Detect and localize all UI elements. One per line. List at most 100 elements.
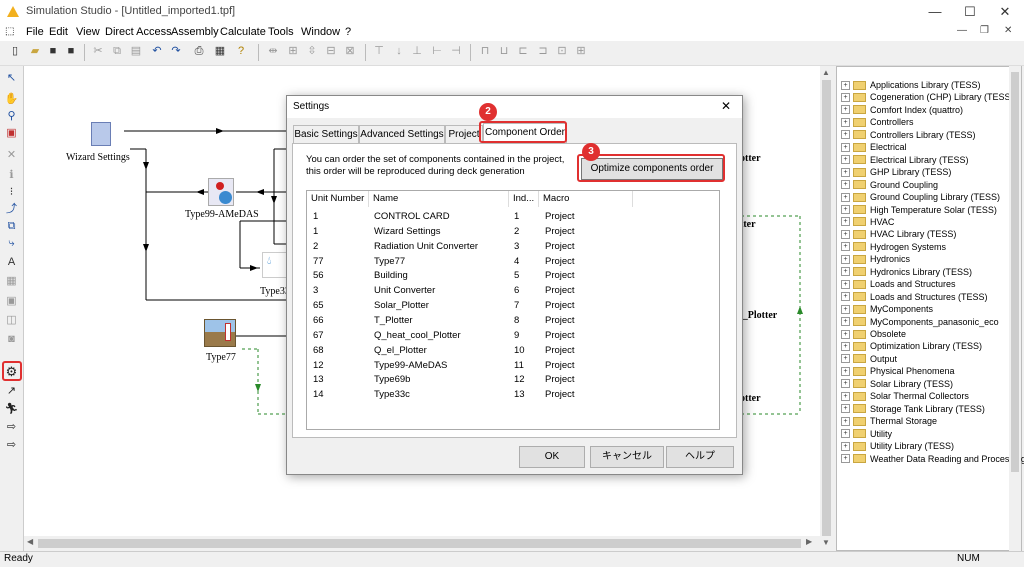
column-header-unit-number[interactable]: Unit Number	[307, 191, 369, 207]
expand-icon[interactable]: +	[841, 354, 850, 364]
same-height-icon[interactable]: ⊔	[497, 44, 511, 58]
align-horizontal-icon[interactable]: ⇹	[266, 44, 280, 58]
menu-window[interactable]: Window	[301, 26, 340, 38]
expand-icon[interactable]: +	[841, 429, 850, 439]
library-folder-item[interactable]: + Ground Coupling	[841, 179, 938, 191]
library-folder-item[interactable]: + Electrical Library (TESS)	[841, 154, 969, 166]
expand-icon[interactable]: +	[841, 391, 850, 401]
library-folder-item[interactable]: + Output	[841, 353, 897, 365]
group-icon[interactable]: ▣	[4, 294, 19, 309]
library-folder-item[interactable]: + Hydronics	[841, 253, 910, 265]
minimize-button[interactable]: —	[920, 4, 950, 19]
undo-icon[interactable]: ↶	[150, 44, 164, 58]
camera-icon[interactable]: ◙	[4, 332, 19, 347]
copy-icon[interactable]: ⧉	[110, 44, 124, 58]
table-row[interactable]: 56 Building 5 Project	[307, 269, 719, 284]
expand-icon[interactable]: +	[841, 217, 850, 227]
help-button[interactable]: ヘルプ	[666, 446, 734, 468]
scroll-right-icon[interactable]: ▶	[806, 537, 812, 546]
library-folder-item[interactable]: + Physical Phenomena	[841, 365, 955, 377]
canvas-horizontal-scroll-thumb[interactable]	[38, 539, 801, 548]
cut-icon[interactable]: ✂	[91, 44, 105, 58]
expand-icon[interactable]: +	[841, 366, 850, 376]
type33c-icon[interactable]: 💧︎	[262, 252, 288, 278]
menu-direct-access[interactable]: Direct Access	[105, 26, 172, 38]
scroll-left-icon[interactable]: ◀	[27, 537, 33, 546]
link-settings-icon[interactable]: ⧉	[4, 219, 19, 234]
table-row[interactable]: 14 Type33c 13 Project	[307, 388, 719, 403]
expand-icon[interactable]: +	[841, 155, 850, 165]
delete-icon[interactable]: ✕	[4, 148, 19, 163]
expand-icon[interactable]: +	[841, 205, 850, 214]
expand-icon[interactable]: +	[841, 142, 850, 152]
pointer-icon[interactable]: ↖	[4, 71, 19, 86]
table-row[interactable]: 65 Solar_Plotter 7 Project	[307, 299, 719, 314]
wizard-settings-icon[interactable]	[91, 122, 111, 146]
menu-app-icon[interactable]: ⬚	[5, 26, 14, 37]
library-folder-item[interactable]: + HVAC	[841, 216, 894, 228]
export-icon[interactable]: ⇨	[4, 420, 19, 435]
expand-icon[interactable]: +	[841, 242, 850, 252]
connection-icon[interactable]: ⁝	[4, 185, 19, 200]
library-folder-item[interactable]: + Cogeneration (CHP) Library (TESS)	[841, 91, 1014, 103]
library-scroll-thumb[interactable]	[1011, 72, 1019, 472]
tab-project[interactable]: Project	[445, 125, 483, 143]
expand-icon[interactable]: +	[841, 329, 850, 339]
distribute-icon[interactable]: ⊠	[343, 44, 357, 58]
library-folder-item[interactable]: + Ground Coupling Library (TESS)	[841, 191, 1000, 203]
library-folder-item[interactable]: + MyComponents_panasonic_eco	[841, 316, 999, 328]
space-vertical-icon[interactable]: ⊡	[555, 44, 569, 58]
expand-icon[interactable]: +	[841, 229, 850, 239]
menu-edit[interactable]: Edit	[49, 26, 68, 38]
zoom-area-icon[interactable]: ▣	[4, 126, 19, 141]
library-folder-item[interactable]: + Solar Library (TESS)	[841, 378, 953, 390]
expand-icon[interactable]: +	[841, 80, 850, 90]
library-folder-item[interactable]: + Storage Tank Library (TESS)	[841, 403, 985, 415]
center-icon[interactable]: ⊞	[574, 44, 588, 58]
expand-icon[interactable]: +	[841, 341, 850, 351]
library-folder-item[interactable]: + Controllers Library (TESS)	[841, 129, 976, 141]
library-folder-item[interactable]: + Obsolete	[841, 328, 906, 340]
zoom-icon[interactable]: ⚲	[4, 109, 19, 124]
table-row[interactable]: 1 Wizard Settings 2 Project	[307, 225, 719, 240]
save-all-icon[interactable]: ■	[64, 44, 78, 58]
dialog-close-button[interactable]: ✕	[721, 99, 731, 113]
save-icon[interactable]: ■	[46, 44, 60, 58]
mdi-minimize-icon[interactable]: —	[957, 25, 967, 36]
type99-amedas-icon[interactable]	[208, 178, 234, 206]
component-order-list[interactable]: Unit Number Name Ind... Macro 1 CONTROL C…	[306, 190, 720, 430]
link-icon[interactable]: ⤴	[4, 202, 19, 217]
library-folder-item[interactable]: + Loads and Structures	[841, 278, 956, 290]
menu-assembly[interactable]: Assembly	[171, 26, 219, 38]
library-folder-item[interactable]: + Loads and Structures (TESS)	[841, 291, 988, 303]
maximize-button[interactable]: ☐	[955, 4, 985, 20]
library-folder-item[interactable]: + Utility Library (TESS)	[841, 440, 954, 452]
table-row[interactable]: 77 Type77 4 Project	[307, 255, 719, 270]
close-window-button[interactable]: ✕	[990, 4, 1020, 20]
print-icon[interactable]: ⎙	[192, 44, 206, 58]
expand-icon[interactable]: +	[841, 304, 850, 314]
grid-icon[interactable]: ⊟	[324, 44, 338, 58]
space-horizontal-icon[interactable]: ⊐	[536, 44, 550, 58]
same-size-icon[interactable]: ⊏	[516, 44, 530, 58]
library-folder-item[interactable]: + Utility	[841, 428, 892, 440]
menu-help[interactable]: ?	[345, 26, 351, 38]
menu-tools[interactable]: Tools	[268, 26, 294, 38]
table-row[interactable]: 68 Q_el_Plotter 10 Project	[307, 344, 719, 359]
menu-file[interactable]: File	[26, 26, 44, 38]
expand-icon[interactable]: +	[841, 404, 850, 414]
expand-icon[interactable]: +	[841, 317, 850, 327]
hand-icon[interactable]: ✋	[4, 92, 19, 107]
run-icon[interactable]: ▦	[213, 44, 227, 58]
library-folder-item[interactable]: + Solar Thermal Collectors	[841, 390, 969, 402]
expand-icon[interactable]: +	[841, 267, 850, 277]
expand-icon[interactable]: +	[841, 92, 850, 102]
menu-calculate[interactable]: Calculate	[220, 26, 266, 38]
library-folder-item[interactable]: + Hydrogen Systems	[841, 241, 946, 253]
tab-advanced-settings[interactable]: Advanced Settings	[359, 125, 445, 143]
expand-icon[interactable]: +	[841, 105, 850, 115]
library-folder-item[interactable]: + Applications Library (TESS)	[841, 79, 981, 91]
scroll-down-icon[interactable]: ▼	[822, 538, 830, 547]
column-header-name[interactable]: Name	[369, 191, 509, 207]
table-row[interactable]: 67 Q_heat_cool_Plotter 9 Project	[307, 329, 719, 344]
